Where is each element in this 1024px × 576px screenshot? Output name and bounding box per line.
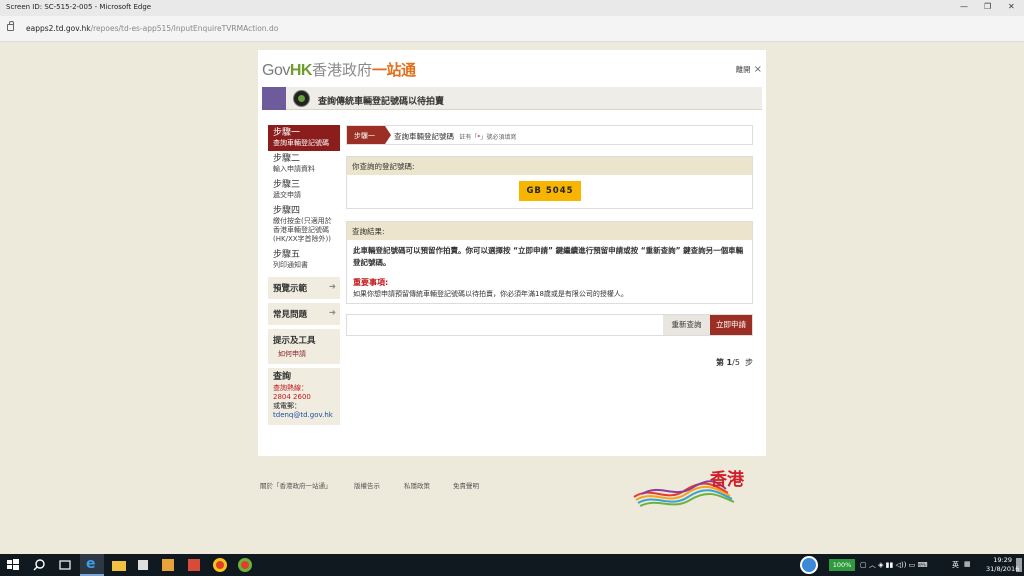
how-to-apply-link[interactable]: 如何申請 bbox=[273, 349, 335, 359]
query-panel: 你查詢的登記號碼: GB 5045 bbox=[346, 156, 753, 209]
edge-taskbar-button[interactable]: e bbox=[80, 554, 104, 576]
minimize-button[interactable]: — bbox=[960, 2, 968, 11]
step-desc: 查詢車輛登記號碼 bbox=[273, 139, 329, 147]
footer-about-link[interactable]: 關於「香港政府一站通」 bbox=[260, 480, 332, 490]
registration-plate: GB 5045 bbox=[519, 181, 581, 201]
page-banner: 查詢傳統車輛登記號碼以待拍賣 bbox=[262, 87, 762, 110]
enquiry-box: 查詢 查詢熱線： 2804 2600 或電郵： tdenq@td.gov.hk bbox=[268, 368, 340, 425]
address-bar[interactable]: eapps2.td.gov.hk/repoes/td-es-app515/Inp… bbox=[0, 16, 1024, 42]
step-desc: 繳付按金(只適用於香港車輛登記號碼(HK/XX字首除外)) bbox=[273, 217, 332, 243]
acrobat-icon[interactable] bbox=[188, 559, 200, 571]
step-pager: 第 1/5 步 bbox=[715, 358, 753, 367]
tips-tools-box: 提示及工具 如何申請 bbox=[268, 329, 340, 364]
arrow-right-icon: ➜ bbox=[328, 308, 336, 318]
edge-icon: e bbox=[86, 556, 96, 572]
step-heading: 步驟四 bbox=[273, 206, 301, 216]
faq-link[interactable]: 常見問題 ➜ bbox=[268, 303, 340, 325]
step-heading: 步驟五 bbox=[273, 250, 301, 260]
photos-icon[interactable] bbox=[162, 559, 174, 571]
result-panel: 查詢結果: 此車輛登記號碼可以預留作拍賣。你可以選擇按 “立即申請” 鍵繼續進行… bbox=[346, 221, 753, 304]
footer-privacy-link[interactable]: 私隱政策 bbox=[404, 480, 430, 490]
sidebar-step-4: 步驟四 繳付按金(只適用於香港車輛登記號碼(HK/XX字首除外)) bbox=[268, 203, 340, 247]
notification-icon[interactable] bbox=[1016, 558, 1022, 572]
close-window-button[interactable]: ✕ bbox=[1008, 2, 1015, 11]
window-titlebar: Screen ID: SC-515-2-005 - Microsoft Edge… bbox=[0, 0, 1024, 16]
url-text[interactable]: eapps2.td.gov.hk/repoes/td-es-app515/Inp… bbox=[26, 24, 278, 33]
important-title: 重要事項: bbox=[353, 278, 389, 287]
brand-hk-logo: 香港 bbox=[632, 463, 752, 511]
email-link[interactable]: tdenq@td.gov.hk bbox=[273, 411, 335, 420]
page-title: 查詢傳統車輛登記號碼以待拍賣 bbox=[318, 97, 445, 107]
sidebar-step-1: 步驟一 查詢車輛登記號碼 bbox=[268, 125, 340, 151]
window-title: Screen ID: SC-515-2-005 - Microsoft Edge bbox=[6, 3, 152, 11]
brand-hk-text: 香港 bbox=[710, 470, 744, 490]
important-text: 如果你想申請預留傳統車輛登記號碼以待拍賣，你必須年滿18歲或是有限公司的授權人。 bbox=[353, 290, 628, 298]
keyboard-icon[interactable]: ▦ bbox=[964, 560, 971, 568]
preview-demo-label: 預覽示範 bbox=[273, 284, 308, 294]
hotline-number: 2804 2600 bbox=[273, 393, 311, 401]
sidebar: 步驟一 查詢車輛登記號碼 步驟二 輸入申請資料 步驟三 遞交申請 步驟四 繳付按… bbox=[268, 125, 340, 425]
exit-label: 離開 bbox=[735, 65, 751, 74]
email-label: 或電郵： bbox=[273, 402, 301, 410]
step-heading: 步驟一 bbox=[273, 128, 301, 138]
clock[interactable]: 19:29 31/8/2016 bbox=[986, 556, 1019, 574]
task-view-icon[interactable] bbox=[58, 558, 72, 572]
faq-label: 常見問題 bbox=[273, 310, 308, 320]
preview-demo-link[interactable]: 預覽示範 ➜ bbox=[268, 277, 340, 299]
search-icon[interactable] bbox=[32, 558, 46, 572]
close-icon: × bbox=[753, 64, 762, 75]
footer-copyright-link[interactable]: 版權告示 bbox=[354, 480, 380, 490]
step-heading: 步驟二 bbox=[273, 154, 301, 164]
tray-icons[interactable]: ▢ ︿ ◈ ▮▮ ◁)) ▭ ⌨ bbox=[860, 560, 928, 570]
arrow-right-icon: ➜ bbox=[328, 282, 336, 292]
step-desc: 輸入申請資料 bbox=[273, 165, 315, 173]
tips-tools-heading: 提示及工具 bbox=[273, 336, 316, 346]
result-message: 此車輛登記號碼可以預留作拍賣。你可以選擇按 “立即申請” 鍵繼續進行預留申請或按… bbox=[353, 246, 744, 267]
step-indicator: 步驟一 查詢車輛登記號碼 註有「*」號必須填寫 bbox=[346, 125, 753, 145]
step-desc: 列印通知書 bbox=[273, 261, 308, 269]
step-desc: 遞交申請 bbox=[273, 191, 301, 199]
sidebar-step-3: 步驟三 遞交申請 bbox=[268, 177, 340, 203]
step-heading: 步驟三 bbox=[273, 180, 301, 190]
apply-now-button[interactable]: 立即申請 bbox=[710, 315, 752, 335]
action-bar: 重新查詢 立即申請 bbox=[346, 314, 753, 336]
step-tag: 步驟一 bbox=[347, 126, 391, 144]
govhk-logo[interactable]: GovHK香港政府一站通 bbox=[262, 59, 416, 80]
sidebar-step-5: 步驟五 列印通知書 bbox=[268, 247, 340, 273]
chrome-icon[interactable] bbox=[213, 558, 227, 572]
enquiry-heading: 查詢 bbox=[273, 372, 292, 382]
battery-indicator[interactable]: 100% bbox=[829, 559, 855, 571]
td-emblem-icon bbox=[293, 90, 310, 107]
windows-start-icon[interactable] bbox=[6, 558, 20, 572]
app-tray-icon[interactable] bbox=[800, 556, 818, 574]
step-title: 查詢車輛登記號碼 註有「*」號必須填寫 bbox=[394, 132, 517, 141]
ime-indicator[interactable]: 英 bbox=[952, 560, 959, 570]
lock-icon bbox=[7, 21, 14, 31]
main-content: 步驟一 查詢車輛登記號碼 註有「*」號必須填寫 你查詢的登記號碼: GB 504… bbox=[346, 125, 753, 367]
hotline-label: 查詢熱線： bbox=[273, 384, 308, 392]
chrome-icon-2[interactable] bbox=[238, 558, 252, 572]
banner-accent bbox=[262, 87, 286, 110]
query-header: 你查詢的登記號碼: bbox=[347, 157, 752, 175]
exit-link[interactable]: 離開 × bbox=[736, 64, 762, 75]
sidebar-step-2: 步驟二 輸入申請資料 bbox=[268, 151, 340, 177]
taskbar: e 100% ▢ ︿ ◈ ▮▮ ◁)) ▭ ⌨ 英 ▦ 19:29 31/8/2… bbox=[0, 554, 1024, 576]
page-container: GovHK香港政府一站通 離開 × 查詢傳統車輛登記號碼以待拍賣 步驟一 查詢車輛… bbox=[258, 50, 766, 456]
store-icon[interactable] bbox=[138, 560, 148, 570]
footer-disclaimer-link[interactable]: 免責聲明 bbox=[453, 480, 479, 490]
file-explorer-icon[interactable] bbox=[112, 561, 126, 571]
requery-button[interactable]: 重新查詢 bbox=[663, 315, 710, 335]
result-header: 查詢結果: bbox=[347, 222, 752, 240]
maximize-button[interactable]: ❐ bbox=[984, 2, 991, 11]
